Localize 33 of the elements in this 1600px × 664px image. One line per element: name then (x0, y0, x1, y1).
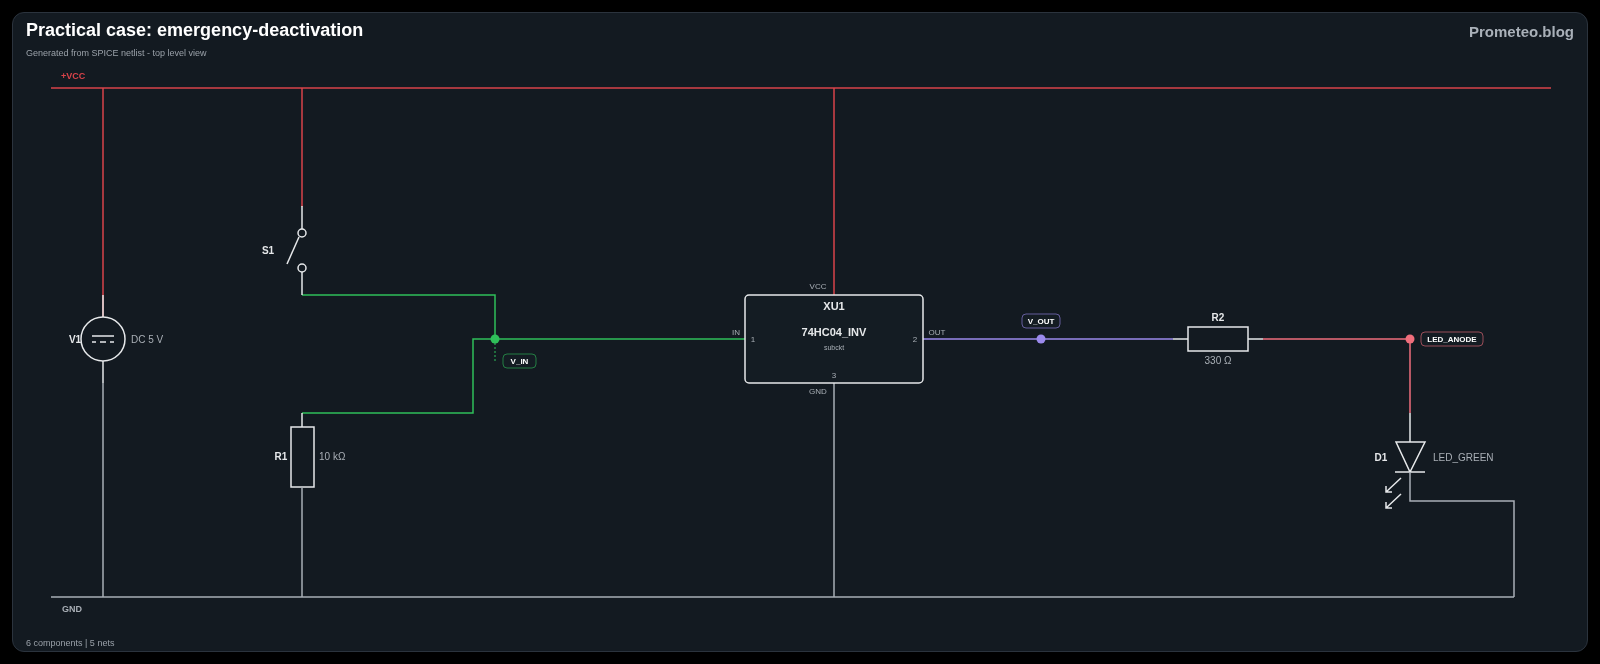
status-text: 6 components | 5 nets (26, 638, 115, 648)
resistor-symbol (290, 426, 315, 488)
pin-number: 2 (912, 335, 918, 345)
pin-name: IN (732, 328, 740, 338)
brand-name: Prometeo.blog (1469, 23, 1574, 40)
resistor-symbol (1187, 326, 1249, 352)
component-label: R1 (274, 450, 288, 462)
page-subtitle: Generated from SPICE netlist - top level view (26, 48, 208, 58)
rail-label: +VCC (61, 71, 86, 82)
dc-source-symbol (80, 316, 126, 362)
rail-label: GND (62, 604, 82, 615)
pin-name: GND (809, 387, 827, 397)
net-label: V_OUT (1021, 313, 1061, 329)
value-label: 10 kΩ (319, 450, 346, 462)
pin-number: 3 (831, 371, 837, 381)
component-label: S1 (261, 244, 275, 256)
net-label: LED_ANODE (1420, 331, 1484, 347)
component-label: XU1 (823, 299, 845, 312)
switch-symbol (286, 228, 307, 273)
component-label: R2 (1211, 311, 1225, 323)
page-title: Practical case: emergency-deactivation (26, 20, 364, 41)
led-symbol (1385, 441, 1427, 509)
pin-name: OUT (928, 328, 946, 338)
value-label: 330 Ω (1204, 354, 1232, 366)
component-label: V1 (68, 333, 82, 345)
component-label: D1 (1374, 451, 1388, 463)
value-label: 74HC04_INV (801, 325, 867, 338)
net-label: V_IN (502, 353, 537, 369)
value-label: DC 5 V (131, 333, 164, 345)
pin-name: VCC (809, 282, 827, 292)
leader-line (494, 342, 496, 363)
value-label: LED_GREEN (1433, 451, 1494, 463)
pin-number: 1 (750, 335, 756, 345)
